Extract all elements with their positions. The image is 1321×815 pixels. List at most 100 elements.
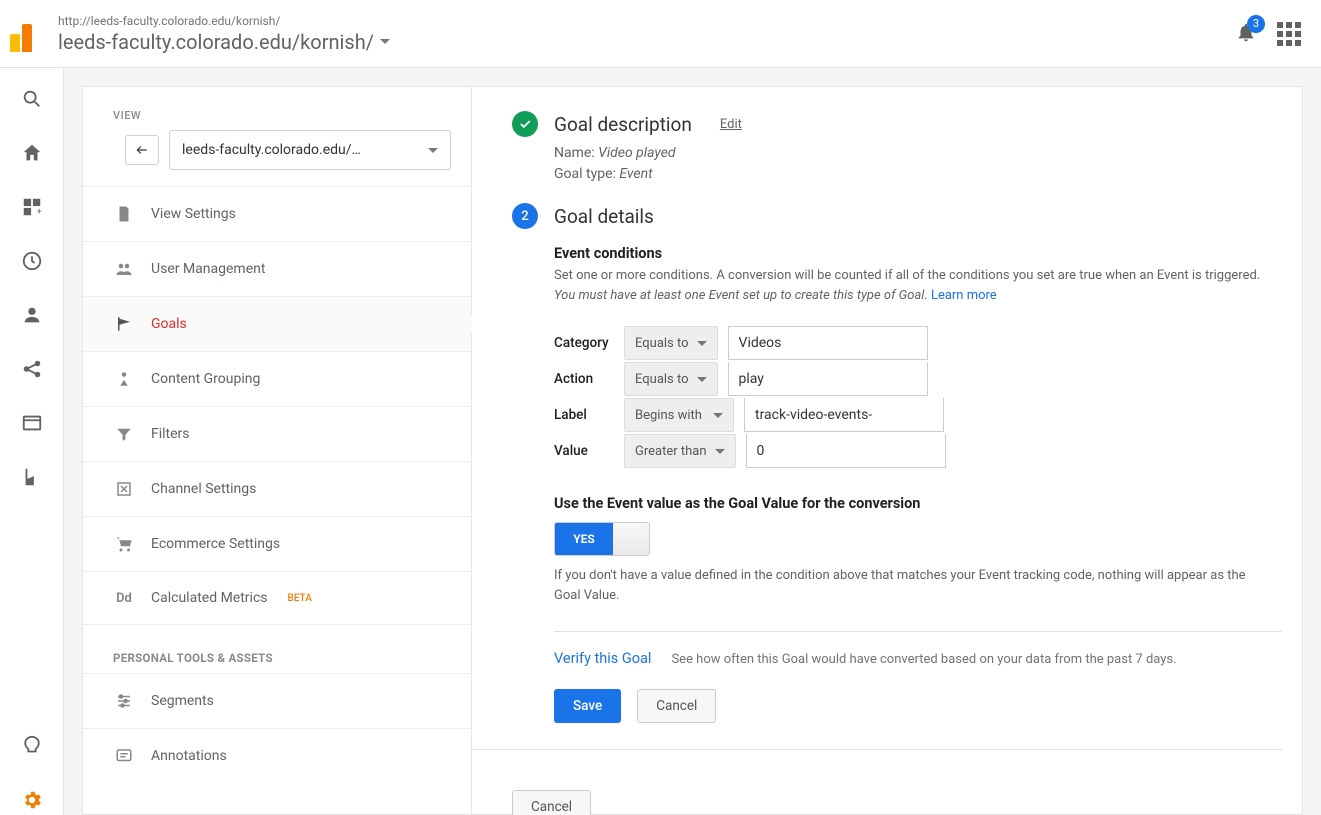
- learn-more-link[interactable]: Learn more: [931, 288, 997, 303]
- nav-item-label: User Management: [151, 261, 265, 277]
- admin-icon[interactable]: [21, 789, 43, 815]
- notification-count-badge: 3: [1247, 15, 1265, 33]
- nav-item-icon: [113, 747, 135, 765]
- nav-item-icon: [113, 480, 135, 498]
- beta-badge: BETA: [288, 593, 312, 604]
- audience-icon[interactable]: [21, 304, 43, 330]
- nav-item-label: Annotations: [151, 748, 227, 764]
- condition-value-input[interactable]: [728, 362, 928, 396]
- nav-item-label: Filters: [151, 426, 190, 442]
- event-conditions-desc: Set one or more conditions. A conversion…: [554, 266, 1282, 286]
- condition-label: Label: [554, 407, 614, 423]
- nav-item-goals[interactable]: Goals: [83, 296, 471, 351]
- nav-item-ecommerce-settings[interactable]: Ecommerce Settings: [83, 516, 471, 571]
- nav-item-icon: [113, 692, 135, 710]
- nav-item-label: Ecommerce Settings: [151, 536, 280, 552]
- event-conditions-heading: Event conditions: [554, 245, 1282, 262]
- step2-badge: 2: [512, 203, 538, 229]
- nav-item-icon: [113, 535, 135, 553]
- goal-editor-panel: Goal description Edit Name: Video played…: [472, 86, 1303, 815]
- condition-row-action: Action Equals to: [554, 361, 1282, 397]
- notifications-button[interactable]: 3: [1235, 21, 1257, 47]
- home-icon[interactable]: [21, 142, 43, 168]
- toggle-off-side: [613, 523, 649, 555]
- goal-value-note: If you don't have a value defined in the…: [554, 566, 1274, 605]
- chevron-down-icon: [380, 39, 390, 44]
- nav-item-channel-settings[interactable]: Channel Settings: [83, 461, 471, 516]
- left-nav-rail: +: [0, 68, 64, 815]
- account-url: http://leeds-faculty.colorado.edu/kornis…: [58, 14, 1235, 28]
- goal-value-toggle[interactable]: YES: [554, 522, 650, 556]
- condition-label: Value: [554, 443, 614, 459]
- event-conditions-warning: You must have at least one Event set up …: [554, 288, 928, 303]
- nav-item-label: Channel Settings: [151, 481, 256, 497]
- nav-item-label: Segments: [151, 693, 214, 709]
- cancel-button[interactable]: Cancel: [637, 689, 716, 723]
- customization-icon[interactable]: +: [21, 196, 43, 222]
- svg-text:+: +: [36, 207, 41, 217]
- condition-operator-select[interactable]: Begins with: [624, 398, 734, 432]
- toggle-yes-label: YES: [555, 523, 613, 555]
- condition-value-input[interactable]: [744, 398, 944, 432]
- condition-label: Category: [554, 335, 614, 351]
- behavior-icon[interactable]: [21, 412, 43, 438]
- view-selected-text: leeds-faculty.colorado.edu/…: [182, 142, 361, 158]
- step1-title: Goal description: [554, 113, 692, 136]
- nav-item-calculated-metrics[interactable]: DdCalculated MetricsBETA: [83, 571, 471, 624]
- nav-item-label: View Settings: [151, 206, 236, 222]
- goal-value-toggle-heading: Use the Event value as the Goal Value fo…: [554, 495, 1282, 512]
- chevron-down-icon: [428, 148, 438, 153]
- goal-name-label: Name:: [554, 145, 598, 161]
- view-column-label: VIEW: [83, 87, 471, 130]
- condition-operator-select[interactable]: Equals to: [624, 362, 718, 396]
- nav-item-label: Calculated Metrics: [151, 590, 268, 606]
- nav-item-icon: [113, 315, 135, 333]
- condition-value-input[interactable]: [728, 326, 928, 360]
- condition-operator-select[interactable]: Greater than: [624, 434, 736, 468]
- conversions-icon[interactable]: [21, 466, 43, 492]
- realtime-icon[interactable]: [21, 250, 43, 276]
- nav-item-label: Goals: [151, 316, 187, 332]
- chevron-down-icon: [715, 449, 725, 454]
- nav-item-label: Content Grouping: [151, 371, 260, 387]
- nav-item-icon: [113, 260, 135, 278]
- goal-type-value: Event: [619, 166, 652, 182]
- condition-row-value: Value Greater than: [554, 433, 1282, 469]
- chevron-down-icon: [697, 341, 707, 346]
- view-dropdown[interactable]: leeds-faculty.colorado.edu/…: [169, 130, 451, 170]
- goal-type-label: Goal type:: [554, 166, 619, 182]
- nav-item-icon: [113, 425, 135, 443]
- back-button[interactable]: [125, 135, 159, 165]
- chevron-down-icon: [697, 377, 707, 382]
- nav-item-content-grouping[interactable]: Content Grouping: [83, 351, 471, 406]
- verify-goal-desc: See how often this Goal would have conve…: [671, 652, 1176, 667]
- nav-item-annotations[interactable]: Annotations: [83, 728, 471, 783]
- nav-item-view-settings[interactable]: View Settings: [83, 186, 471, 241]
- search-icon[interactable]: [21, 88, 43, 114]
- edit-step1-link[interactable]: Edit: [720, 117, 742, 132]
- topbar: http://leeds-faculty.colorado.edu/kornis…: [0, 0, 1321, 68]
- acquisition-icon[interactable]: [21, 358, 43, 384]
- property-selector[interactable]: leeds-faculty.colorado.edu/kornish/: [58, 30, 1235, 54]
- condition-label: Action: [554, 371, 614, 387]
- personal-tools-header: PERSONAL TOOLS & ASSETS: [83, 624, 471, 673]
- ga-logo: [10, 16, 46, 52]
- nav-item-filters[interactable]: Filters: [83, 406, 471, 461]
- verify-goal-link[interactable]: Verify this Goal: [554, 650, 651, 667]
- condition-operator-select[interactable]: Equals to: [624, 326, 718, 360]
- goal-name-value: Video played: [598, 145, 675, 161]
- discover-icon[interactable]: [21, 735, 43, 761]
- condition-row-label: Label Begins with: [554, 397, 1282, 433]
- chevron-down-icon: [713, 413, 723, 418]
- nav-item-user-management[interactable]: User Management: [83, 241, 471, 296]
- condition-value-input[interactable]: [746, 434, 946, 468]
- outer-cancel-button[interactable]: Cancel: [512, 790, 591, 815]
- apps-icon[interactable]: [1277, 22, 1301, 46]
- condition-row-category: Category Equals to: [554, 325, 1282, 361]
- nav-item-segments[interactable]: Segments: [83, 673, 471, 728]
- property-name: leeds-faculty.colorado.edu/kornish/: [58, 30, 374, 54]
- step1-complete-badge: [512, 111, 538, 137]
- nav-item-icon: [113, 370, 135, 388]
- step2-title: Goal details: [554, 205, 654, 228]
- save-button[interactable]: Save: [554, 689, 621, 723]
